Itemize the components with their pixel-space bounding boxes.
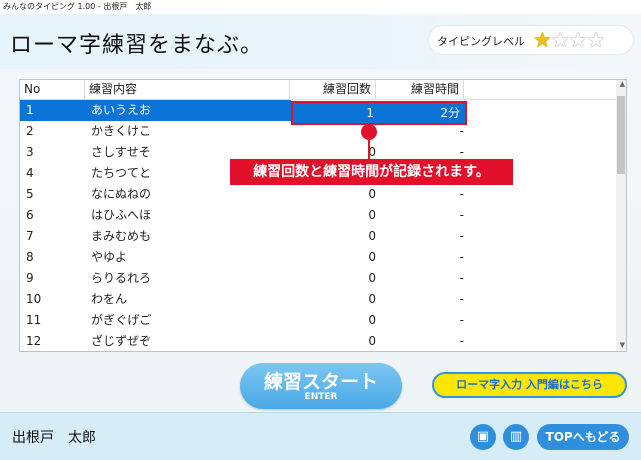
- page-title: ローマ字練習をまなぶ。: [10, 33, 264, 58]
- row-count: 0: [368, 208, 376, 222]
- row-time: -: [459, 271, 464, 285]
- table-row[interactable]: 6 はひふへほ 0 -: [20, 205, 616, 226]
- back-to-top-button[interactable]: TOPへもどる: [537, 424, 629, 450]
- table-row[interactable]: 12 ざじずぜぞ 0 -: [20, 331, 616, 351]
- row-name: わをん: [91, 292, 128, 306]
- row-time: -: [459, 187, 464, 201]
- row-no: 12: [26, 334, 42, 348]
- scroll-thumb[interactable]: [617, 96, 625, 174]
- typing-level-label: タイピングレベル: [437, 35, 525, 48]
- row-count: 0: [368, 250, 376, 264]
- row-name: あいうえお: [91, 103, 152, 117]
- row-name: がぎぐげご: [91, 313, 152, 327]
- scroll-down-icon[interactable]: ▼: [620, 341, 625, 349]
- row-name: らりるれろ: [91, 271, 152, 285]
- typing-level-box: タイピングレベル ★★★★: [429, 26, 633, 54]
- row-name: かきくけこ: [91, 124, 152, 138]
- row-name: ざじずぜぞ: [91, 334, 152, 348]
- row-no: 11: [26, 313, 42, 327]
- row-no: 3: [26, 145, 34, 159]
- row-time: -: [459, 292, 464, 306]
- row-no: 9: [26, 271, 34, 285]
- row-count: 0: [368, 187, 376, 201]
- scrollbar[interactable]: ▲ ▼: [616, 80, 626, 351]
- row-time: -: [459, 313, 464, 327]
- row-time: -: [459, 334, 464, 348]
- star-empty-icon: ★: [586, 28, 605, 52]
- row-name: さしすせそ: [91, 145, 151, 159]
- row-no: 2: [26, 124, 34, 138]
- row-no: 5: [26, 187, 34, 201]
- table-row[interactable]: 5 なにぬねの 0 -: [20, 184, 616, 205]
- row-no: 7: [26, 229, 34, 243]
- window-title: みんなのタイピング 1.00 - 出根戸 太郎: [0, 0, 641, 14]
- table-row[interactable]: 10 わをん 0 -: [20, 289, 616, 310]
- row-count: 0: [368, 229, 376, 243]
- row-no: 6: [26, 208, 34, 222]
- callout-pointer-dot: [361, 124, 377, 140]
- row-name: たちつてと: [91, 166, 152, 180]
- row-count: 0: [368, 334, 376, 348]
- row-name: はひふへほ: [91, 208, 152, 222]
- row-count: 0: [368, 313, 376, 327]
- col-time[interactable]: 練習時間: [376, 80, 464, 99]
- row-name: やゆよ: [91, 250, 128, 264]
- start-practice-button[interactable]: 練習スタート ENTER: [240, 363, 402, 409]
- footer: 出根戸 太郎 ▣ ▥ TOPへもどる: [0, 412, 641, 460]
- star-empty-icon: ★: [550, 28, 570, 52]
- chart-icon[interactable]: ▥: [503, 424, 529, 450]
- start-button-shortcut: ENTER: [304, 392, 338, 402]
- col-name[interactable]: 練習内容: [85, 80, 290, 99]
- user-name: 出根戸 太郎: [12, 430, 96, 446]
- callout-label: 練習回数と練習時間が記録されます。: [230, 159, 513, 185]
- row-no: 10: [26, 292, 42, 306]
- row-time: -: [459, 208, 464, 222]
- row-name: なにぬねの: [91, 187, 152, 201]
- table-row[interactable]: 8 やゆよ 0 -: [20, 247, 616, 268]
- header: ローマ字練習をまなぶ。 タイピングレベル ★★★★: [0, 14, 641, 69]
- row-count: 0: [368, 271, 376, 285]
- table-row[interactable]: 9 らりるれろ 0 -: [20, 268, 616, 289]
- table-row[interactable]: 11 がぎぐげご 0 -: [20, 310, 616, 331]
- monitor-icon[interactable]: ▣: [470, 424, 496, 450]
- row-time: -: [459, 250, 464, 264]
- col-no[interactable]: No: [20, 80, 85, 99]
- row-no: 1: [26, 103, 34, 117]
- row-count: 0: [368, 292, 376, 306]
- scroll-up-icon[interactable]: ▲: [620, 80, 625, 88]
- table-row[interactable]: 7 まみむめも 0 -: [20, 226, 616, 247]
- star-empty-icon: ★: [568, 28, 588, 52]
- list-header: No 練習内容 練習回数 練習時間: [20, 80, 616, 100]
- row-name: まみむめも: [91, 229, 152, 243]
- col-count[interactable]: 練習回数: [290, 80, 376, 99]
- row-no: 8: [26, 250, 34, 264]
- star-filled-icon: ★: [533, 28, 552, 52]
- row-time: -: [459, 229, 464, 243]
- start-button-label: 練習スタート: [263, 371, 378, 393]
- record-highlight-box: [291, 101, 467, 125]
- romaji-intro-button[interactable]: ローマ字入力 入門編はこちら: [432, 372, 627, 398]
- level-stars: ★★★★: [533, 28, 605, 52]
- row-no: 4: [26, 166, 34, 180]
- table-row[interactable]: 1 あいうえお: [20, 100, 291, 121]
